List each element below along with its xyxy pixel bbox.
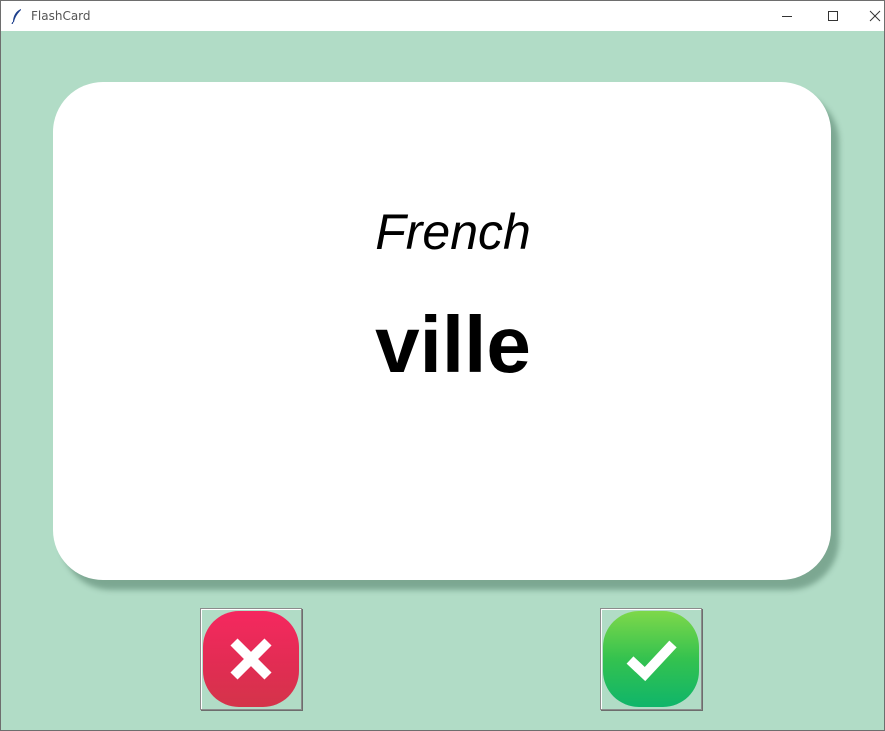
title-bar[interactable]: FlashCard bbox=[1, 1, 884, 31]
wrong-button-face bbox=[203, 611, 299, 707]
card-word: ville bbox=[375, 300, 531, 389]
cross-icon bbox=[230, 638, 272, 680]
close-button[interactable] bbox=[852, 1, 884, 31]
card-face: French ville bbox=[53, 82, 831, 580]
wrong-button[interactable] bbox=[200, 608, 302, 710]
flash-card: French ville bbox=[53, 82, 839, 590]
maximize-icon bbox=[828, 11, 838, 21]
app-window: FlashCard French ville bbox=[0, 0, 885, 731]
window-title: FlashCard bbox=[31, 9, 91, 23]
minimize-icon bbox=[782, 16, 792, 17]
right-button[interactable] bbox=[600, 608, 702, 710]
feather-icon bbox=[10, 8, 24, 25]
close-icon bbox=[869, 10, 881, 22]
maximize-button[interactable] bbox=[810, 1, 856, 31]
right-button-face bbox=[603, 611, 699, 707]
card-language-title: French bbox=[375, 204, 531, 260]
check-icon bbox=[626, 640, 677, 682]
minimize-button[interactable] bbox=[764, 1, 810, 31]
